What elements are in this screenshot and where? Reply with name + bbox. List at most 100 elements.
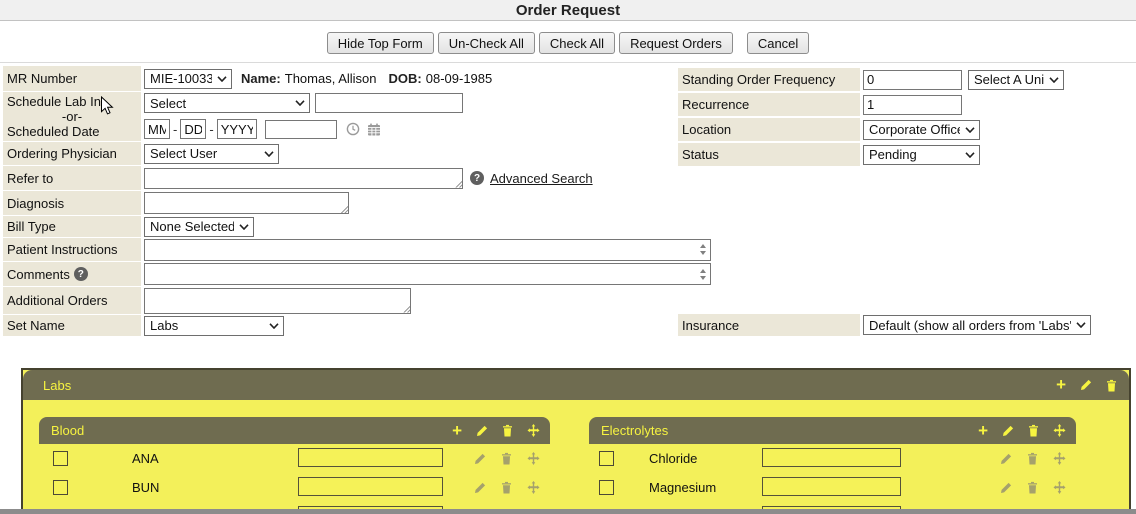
labs-section-header[interactable]: Labs +	[23, 370, 1129, 400]
lab-item-input[interactable]	[762, 477, 901, 496]
frequency-unit-select[interactable]: Select A Unit	[968, 70, 1064, 90]
set-name-select[interactable]: Labs	[144, 316, 284, 336]
chevron-down-icon	[264, 151, 274, 157]
mr-number-row: MR Number MIE-10033 Name: Thomas, Alliso…	[3, 66, 715, 91]
spinner-icon[interactable]	[698, 269, 708, 280]
diagnosis-input[interactable]	[144, 192, 349, 214]
location-select[interactable]: Corporate Office	[863, 120, 980, 140]
lab-item-actions	[474, 481, 540, 494]
status-row: Status Pending	[678, 143, 1134, 166]
bill-type-label: Bill Type	[3, 216, 141, 237]
delete-icon[interactable]	[1027, 452, 1038, 465]
lab-item-input[interactable]	[298, 477, 443, 496]
move-icon[interactable]	[1053, 424, 1066, 437]
edit-icon[interactable]	[474, 453, 486, 465]
lab-group-header[interactable]: Blood +	[39, 417, 550, 444]
comments-input[interactable]	[144, 263, 711, 285]
resize-grip-icon[interactable]	[340, 205, 348, 213]
refer-to-row: Refer to ? Advanced Search	[3, 166, 715, 190]
comments-text[interactable]	[145, 264, 698, 284]
standing-order-frequency-input[interactable]	[863, 70, 962, 90]
move-icon[interactable]	[527, 481, 540, 494]
schedule-lab-in-select[interactable]: Select	[144, 93, 310, 113]
help-icon[interactable]: ?	[74, 267, 88, 281]
chevron-down-icon	[1076, 322, 1086, 328]
lab-item-checkbox[interactable]	[599, 451, 614, 466]
recurrence-input[interactable]	[863, 95, 962, 115]
delete-icon[interactable]	[1106, 379, 1117, 392]
spinner-icon[interactable]	[698, 244, 708, 255]
hide-top-form-button[interactable]: Hide Top Form	[327, 32, 434, 54]
labs-section: Labs + Blood + ANA	[21, 368, 1131, 514]
status-select[interactable]: Pending	[863, 145, 980, 165]
lab-item-input[interactable]	[762, 448, 901, 467]
lab-item-row: Chloride	[589, 444, 1076, 473]
clock-icon[interactable]	[346, 122, 360, 136]
lab-item-checkbox[interactable]	[53, 451, 68, 466]
request-orders-button[interactable]: Request Orders	[619, 32, 733, 54]
lab-item-checkbox[interactable]	[53, 480, 68, 495]
status-label: Status	[678, 143, 860, 166]
labs-body: Blood + ANA BUN	[23, 400, 1129, 514]
delete-icon[interactable]	[502, 424, 513, 437]
lab-group-header[interactable]: Electrolytes +	[589, 417, 1076, 444]
lab-group-electrolytes: Electrolytes + Chloride	[589, 417, 1076, 514]
patient-instructions-input[interactable]	[144, 239, 711, 261]
help-icon[interactable]: ?	[470, 171, 484, 185]
delete-icon[interactable]	[501, 481, 512, 494]
edit-icon[interactable]	[1000, 482, 1012, 494]
lab-item-actions	[474, 452, 540, 465]
edit-icon[interactable]	[476, 425, 488, 437]
add-icon[interactable]: +	[1056, 378, 1066, 392]
edit-icon[interactable]	[1002, 425, 1014, 437]
refer-to-input[interactable]	[144, 168, 463, 189]
recurrence-row: Recurrence	[678, 93, 1134, 116]
schedule-time-input[interactable]	[265, 120, 337, 139]
resize-grip-icon[interactable]	[402, 305, 410, 313]
chevron-down-icon	[1049, 77, 1059, 83]
schedule-label: Schedule Lab In -or- Scheduled Date	[3, 92, 141, 141]
delete-icon[interactable]	[501, 452, 512, 465]
delete-icon[interactable]	[1028, 424, 1039, 437]
date-year-input[interactable]	[217, 119, 257, 139]
insurance-select[interactable]: Default (show all orders from 'Labs')	[863, 315, 1091, 335]
move-icon[interactable]	[1053, 481, 1066, 494]
cancel-button[interactable]: Cancel	[747, 32, 809, 54]
lab-item-input[interactable]	[298, 448, 443, 467]
diagnosis-label: Diagnosis	[3, 191, 141, 215]
uncheck-all-button[interactable]: Un-Check All	[438, 32, 535, 54]
bill-type-select[interactable]: None Selected	[144, 217, 254, 237]
lab-item-label: Magnesium	[649, 480, 716, 495]
lab-item-checkbox[interactable]	[599, 480, 614, 495]
move-icon[interactable]	[527, 452, 540, 465]
date-separator: -	[209, 122, 213, 137]
delete-icon[interactable]	[1027, 481, 1038, 494]
edit-icon[interactable]	[1080, 379, 1092, 391]
edit-icon[interactable]	[474, 482, 486, 494]
calendar-icon[interactable]	[367, 123, 381, 136]
separator-line	[0, 62, 1136, 63]
move-icon[interactable]	[1053, 452, 1066, 465]
bottom-bar	[0, 509, 1136, 514]
add-icon[interactable]: +	[978, 424, 988, 438]
additional-orders-input[interactable]	[144, 288, 411, 314]
lab-item-actions	[1000, 481, 1066, 494]
edit-icon[interactable]	[1000, 453, 1012, 465]
labs-section-title: Labs	[43, 378, 71, 393]
schedule-lab-in-value-input[interactable]	[315, 93, 463, 113]
check-all-button[interactable]: Check All	[539, 32, 615, 54]
toolbar: Hide Top Form Un-Check All Check All Req…	[0, 32, 1136, 54]
mr-number-select[interactable]: MIE-10033	[144, 69, 232, 89]
add-icon[interactable]: +	[452, 424, 462, 438]
resize-grip-icon[interactable]	[454, 180, 462, 188]
chevron-down-icon	[269, 323, 279, 329]
ordering-physician-select[interactable]: Select User	[144, 144, 279, 164]
patient-instructions-text[interactable]	[145, 240, 698, 260]
date-day-input[interactable]	[180, 119, 206, 139]
date-month-input[interactable]	[144, 119, 170, 139]
chevron-down-icon	[965, 127, 975, 133]
move-icon[interactable]	[527, 424, 540, 437]
patient-instructions-label: Patient Instructions	[3, 238, 141, 261]
advanced-search-link[interactable]: Advanced Search	[490, 171, 593, 186]
set-name-label: Set Name	[3, 315, 141, 336]
